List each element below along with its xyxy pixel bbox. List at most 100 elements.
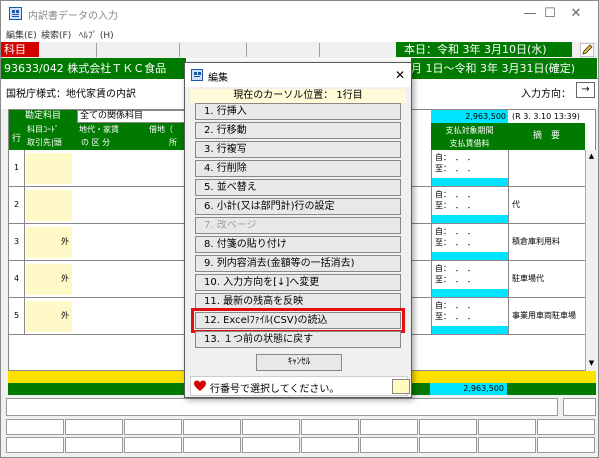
shiharai-cell[interactable]: 自： ． ． 至： ． ．: [431, 261, 508, 297]
entry-input[interactable]: [6, 398, 558, 416]
tekiyo-cell[interactable]: 代: [508, 187, 585, 223]
function-key[interactable]: [301, 419, 359, 435]
menu-item-clear-column[interactable]: 9. 列内容消去(金額等の一括消去): [195, 255, 401, 272]
tekiyo-cell[interactable]: 駐車場代: [508, 261, 585, 297]
heart-icon: [194, 380, 206, 391]
dialog-close-button[interactable]: ✕: [391, 66, 409, 84]
function-key[interactable]: [419, 437, 477, 453]
today-date: 本日：令和 3年 3月10日(水): [396, 42, 572, 57]
tokoro-header: 所: [169, 138, 177, 147]
amount-cell[interactable]: [432, 252, 508, 260]
vertical-scrollbar[interactable]: ▲ ▼: [585, 150, 596, 371]
function-key[interactable]: [537, 419, 595, 435]
period-from: 自： ． ．: [435, 190, 475, 199]
row-number: 5: [9, 298, 25, 334]
menu-search[interactable]: 検索(F): [41, 28, 71, 41]
function-key[interactable]: [478, 419, 536, 435]
column-header-left: 行 科目ｺｰﾄﾞ 取引先|頭 地代・家賃 の 区 分 借地（ 所: [9, 123, 187, 150]
entry-small-input[interactable]: [563, 398, 596, 416]
tekiyo-cell[interactable]: 事業用車両駐車場: [508, 298, 585, 334]
function-key[interactable]: [478, 437, 536, 453]
pencil-icon[interactable]: [580, 43, 594, 57]
menu-item-move-row[interactable]: 2. 行移動: [195, 122, 401, 139]
shiharai-cell[interactable]: 自： ． ． 至： ． ．: [431, 224, 508, 260]
period-label: 月 1日〜令和 3年 3月31日(確定): [411, 58, 597, 79]
kamoku-code-header: 科目ｺｰﾄﾞ: [27, 125, 59, 134]
function-key[interactable]: [183, 419, 241, 435]
cancel-button[interactable]: ｷｬﾝｾﾙ: [256, 354, 342, 371]
function-key[interactable]: [124, 437, 182, 453]
toolbar-divider: [179, 43, 180, 57]
function-key[interactable]: [301, 437, 359, 453]
menu-help[interactable]: ﾍﾙﾌﾟ (H): [79, 28, 114, 41]
kamoku-tag: 科目: [1, 42, 39, 57]
status-message: 行番号で選択してください。: [210, 384, 340, 395]
menu-item-delete-row[interactable]: 4. 行削除: [195, 160, 401, 177]
shiharai-cell[interactable]: 自： ． ． 至： ． ．: [431, 298, 508, 334]
function-key[interactable]: [6, 437, 64, 453]
gai-mark: 外: [61, 311, 69, 320]
input-direction-button[interactable]: →: [576, 82, 595, 98]
amount-cell[interactable]: [432, 178, 508, 186]
menu-edit[interactable]: 編集(E): [6, 28, 37, 41]
amount-cell[interactable]: [432, 215, 508, 223]
function-key-bar: [6, 419, 596, 455]
menu-item-excel-import[interactable]: 12. Excelﾌｧｲﾙ(CSV)の読込: [191, 308, 405, 333]
window-title: 内訳書データの入力: [28, 11, 118, 22]
menu-item-input-direction[interactable]: 10. 入力方向を[↓]へ変更: [195, 274, 401, 291]
function-key[interactable]: [242, 419, 300, 435]
cursor-position: 現在のカーソル位置： 1行目: [190, 89, 406, 103]
close-button[interactable]: ✕: [553, 1, 598, 27]
gai-mark: 外: [61, 274, 69, 283]
menu-item-latest-balance[interactable]: 11. 最新の残高を反映: [195, 293, 401, 310]
function-key[interactable]: [183, 437, 241, 453]
menu-item-sticky-note[interactable]: 8. 付箋の貼り付け: [195, 236, 401, 253]
shiharai-period-header: 支払対象期間: [445, 126, 494, 135]
edit-dialog: 編集 ✕ 現在のカーソル位置： 1行目 1. 行挿入 2. 行移動 3. 行複写…: [184, 62, 412, 398]
function-key[interactable]: [242, 437, 300, 453]
row-number: 1: [9, 150, 25, 186]
kamoku-code-cell[interactable]: [26, 190, 72, 221]
main-window: 内訳書データの入力 — ☐ ✕ 編集(E) 検索(F) ﾍﾙﾌﾟ (H) 科目 …: [0, 0, 599, 458]
period-to: 至： ． ．: [435, 312, 475, 321]
amount-cell[interactable]: [432, 326, 508, 334]
scroll-down-icon[interactable]: ▼: [587, 359, 596, 369]
gyo-header: 行: [12, 134, 22, 144]
period-to: 至： ． ．: [435, 238, 475, 247]
shakuchi-header: 借地（: [149, 125, 173, 134]
row-number-input[interactable]: [392, 379, 410, 394]
menu-item-copy-row[interactable]: 3. 行複写: [195, 141, 401, 158]
gai-mark: 外: [61, 237, 69, 246]
dialog-status-bar: 行番号で選択してください。: [190, 376, 410, 396]
shiharai-cell[interactable]: 自： ． ． 至： ． ．: [431, 150, 508, 186]
menu-item-subtotal[interactable]: 6. 小計(又は部門計)行の設定: [195, 198, 401, 215]
menu-item-undo[interactable]: 13. １つ前の状態に戻す: [195, 331, 401, 348]
menu-item-sort[interactable]: 5. 並べ替え: [195, 179, 401, 196]
function-key[interactable]: [65, 419, 123, 435]
title-bar: 内訳書データの入力 — ☐ ✕: [1, 1, 598, 27]
app-icon: [9, 7, 22, 20]
function-key[interactable]: [360, 437, 418, 453]
toolbar-divider: [96, 43, 97, 57]
amount-cell[interactable]: [432, 289, 508, 297]
function-key[interactable]: [360, 419, 418, 435]
company-name: 93633/042 株式会社ＴＫＣ食品: [1, 58, 186, 79]
menu-item-insert-row[interactable]: 1. 行挿入: [195, 103, 401, 120]
scroll-up-icon[interactable]: ▲: [587, 152, 596, 162]
total-amount: 2,963,500: [431, 110, 508, 123]
kamoku-code-cell[interactable]: [26, 153, 72, 184]
function-key[interactable]: [124, 419, 182, 435]
revision-timestamp: (R 3. 3.10 13:39): [512, 112, 580, 121]
kamoku-select[interactable]: 全ての関係科目: [77, 110, 187, 123]
tekiyo-cell[interactable]: 積倉庫利用料: [508, 224, 585, 260]
tekiyo-cell[interactable]: [508, 150, 585, 186]
function-key[interactable]: [6, 419, 64, 435]
shiharai-cell[interactable]: 自： ． ． 至： ． ．: [431, 187, 508, 223]
function-key[interactable]: [537, 437, 595, 453]
function-key[interactable]: [65, 437, 123, 453]
torihikisaki-header: 取引先|頭: [27, 138, 62, 147]
dialog-title-bar: 編集 ✕: [185, 63, 411, 87]
function-key[interactable]: [419, 419, 477, 435]
grand-total: 2,963,500: [430, 383, 507, 395]
period-from: 自： ． ．: [435, 227, 475, 236]
